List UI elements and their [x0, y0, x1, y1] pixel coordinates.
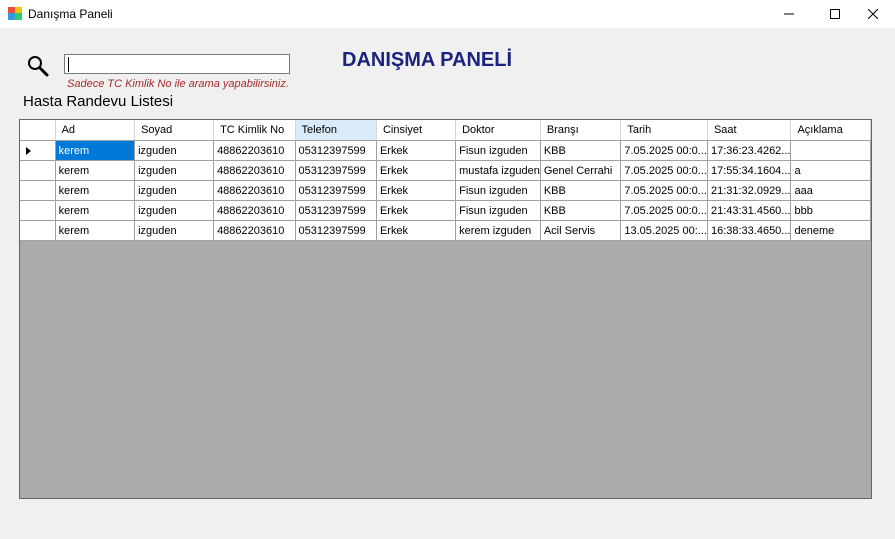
- row-header[interactable]: [20, 220, 56, 241]
- current-row-arrow-icon: [26, 147, 31, 155]
- table-cell[interactable]: kerem: [55, 140, 136, 161]
- table-cell[interactable]: deneme: [790, 220, 871, 241]
- table-cell[interactable]: 7.05.2025 00:0...: [620, 200, 708, 221]
- table-cell[interactable]: 17:55:34.1604...: [707, 160, 792, 181]
- col-header-doktor[interactable]: Doktor: [455, 120, 541, 141]
- col-header-telefon[interactable]: Telefon: [295, 120, 377, 141]
- table-cell[interactable]: kerem: [55, 200, 136, 221]
- table-cell[interactable]: 48862203610: [213, 180, 296, 201]
- row-header[interactable]: [20, 180, 56, 201]
- maximize-icon: [830, 9, 840, 19]
- table-cell[interactable]: Erkek: [376, 220, 457, 241]
- table-cell[interactable]: 7.05.2025 00:0...: [620, 140, 708, 161]
- col-header-soyad[interactable]: Soyad: [134, 120, 215, 141]
- table-cell[interactable]: KBB: [540, 140, 622, 161]
- table-cell[interactable]: 13.05.2025 00:...: [620, 220, 708, 241]
- table-cell[interactable]: aaa: [790, 180, 871, 201]
- table-cell[interactable]: bbb: [790, 200, 871, 221]
- table-cell[interactable]: 05312397599: [295, 220, 377, 241]
- table-cell[interactable]: izguden: [134, 180, 215, 201]
- search-hint: Sadece TC Kimlik No ile arama yapabilirs…: [67, 78, 289, 90]
- table-cell[interactable]: Fisun izguden: [455, 200, 541, 221]
- table-cell[interactable]: izguden: [134, 160, 215, 181]
- table-cell[interactable]: 48862203610: [213, 160, 296, 181]
- table-cell[interactable]: izguden: [134, 200, 215, 221]
- page-title: DANIŞMA PANELİ: [342, 49, 512, 71]
- table-cell[interactable]: Acil Servis: [540, 220, 622, 241]
- table-cell[interactable]: 7.05.2025 00:0...: [620, 160, 708, 181]
- appointment-grid[interactable]: Ad Soyad TC Kimlik No Telefon Cinsiyet D…: [19, 119, 872, 499]
- table-cell[interactable]: izguden: [134, 220, 215, 241]
- table-row[interactable]: kerem izguden 48862203610 05312397599 Er…: [20, 220, 871, 241]
- table-cell[interactable]: a: [790, 160, 871, 181]
- table-cell[interactable]: 21:31:32.0929...: [707, 180, 792, 201]
- table-row[interactable]: kerem izguden 48862203610 05312397599 Er…: [20, 180, 871, 201]
- table-cell[interactable]: izguden: [134, 140, 215, 161]
- table-cell[interactable]: mustafa izguden: [455, 160, 541, 181]
- table-cell[interactable]: 05312397599: [295, 200, 377, 221]
- table-cell[interactable]: 05312397599: [295, 180, 377, 201]
- col-header-tc-kimlik-no[interactable]: TC Kimlik No: [213, 120, 296, 141]
- col-header-tarih[interactable]: Tarih: [620, 120, 708, 141]
- table-cell[interactable]: Erkek: [376, 200, 457, 221]
- table-cell[interactable]: Erkek: [376, 140, 457, 161]
- table-cell[interactable]: 7.05.2025 00:0...: [620, 180, 708, 201]
- table-cell[interactable]: Erkek: [376, 160, 457, 181]
- minimize-button[interactable]: [766, 0, 812, 28]
- table-cell[interactable]: KBB: [540, 180, 622, 201]
- table-cell[interactable]: kerem: [55, 180, 136, 201]
- table-cell[interactable]: 05312397599: [295, 160, 377, 181]
- table-cell[interactable]: 16:38:33.4650...: [707, 220, 792, 241]
- minimize-icon: [784, 13, 794, 15]
- header-row: Ad Soyad TC Kimlik No Telefon Cinsiyet D…: [20, 120, 871, 141]
- corner-header[interactable]: [20, 120, 56, 141]
- text-caret: [68, 57, 69, 72]
- table-cell[interactable]: 05312397599: [295, 140, 377, 161]
- table-cell[interactable]: Fisun izguden: [455, 140, 541, 161]
- search-input[interactable]: [64, 54, 290, 74]
- appointment-table: Ad Soyad TC Kimlik No Telefon Cinsiyet D…: [20, 120, 871, 241]
- table-row[interactable]: kerem izguden 48862203610 05312397599 Er…: [20, 160, 871, 181]
- title-bar: Danışma Paneli: [0, 0, 895, 28]
- col-header-bransi[interactable]: Branşı: [540, 120, 622, 141]
- table-cell[interactable]: Genel Cerrahi: [540, 160, 622, 181]
- table-cell[interactable]: KBB: [540, 200, 622, 221]
- table-cell[interactable]: Erkek: [376, 180, 457, 201]
- table-cell[interactable]: 17:36:23.4262...: [707, 140, 792, 161]
- list-title: Hasta Randevu Listesi: [23, 93, 174, 110]
- col-header-aciklama[interactable]: Açıklama: [790, 120, 871, 141]
- row-header[interactable]: [20, 160, 56, 181]
- table-cell[interactable]: kerem izguden: [455, 220, 541, 241]
- close-icon: [868, 9, 878, 19]
- table-cell[interactable]: Fisun izguden: [455, 180, 541, 201]
- app-icon: [8, 7, 22, 20]
- table-cell[interactable]: [790, 140, 871, 161]
- table-cell[interactable]: 48862203610: [213, 200, 296, 221]
- table-cell[interactable]: 21:43:31.4560...: [707, 200, 792, 221]
- close-button[interactable]: [850, 0, 895, 28]
- table-cell[interactable]: kerem: [55, 220, 136, 241]
- search-icon[interactable]: [26, 54, 50, 78]
- col-header-cinsiyet[interactable]: Cinsiyet: [376, 120, 457, 141]
- col-header-ad[interactable]: Ad: [55, 120, 136, 141]
- table-row[interactable]: kerem izguden 48862203610 05312397599 Er…: [20, 140, 871, 161]
- col-header-saat[interactable]: Saat: [707, 120, 792, 141]
- table-cell[interactable]: 48862203610: [213, 140, 296, 161]
- table-cell[interactable]: kerem: [55, 160, 136, 181]
- row-header[interactable]: [20, 140, 56, 161]
- table-cell[interactable]: 48862203610: [213, 220, 296, 241]
- row-header[interactable]: [20, 200, 56, 221]
- window-title: Danışma Paneli: [28, 7, 113, 21]
- table-row[interactable]: kerem izguden 48862203610 05312397599 Er…: [20, 200, 871, 221]
